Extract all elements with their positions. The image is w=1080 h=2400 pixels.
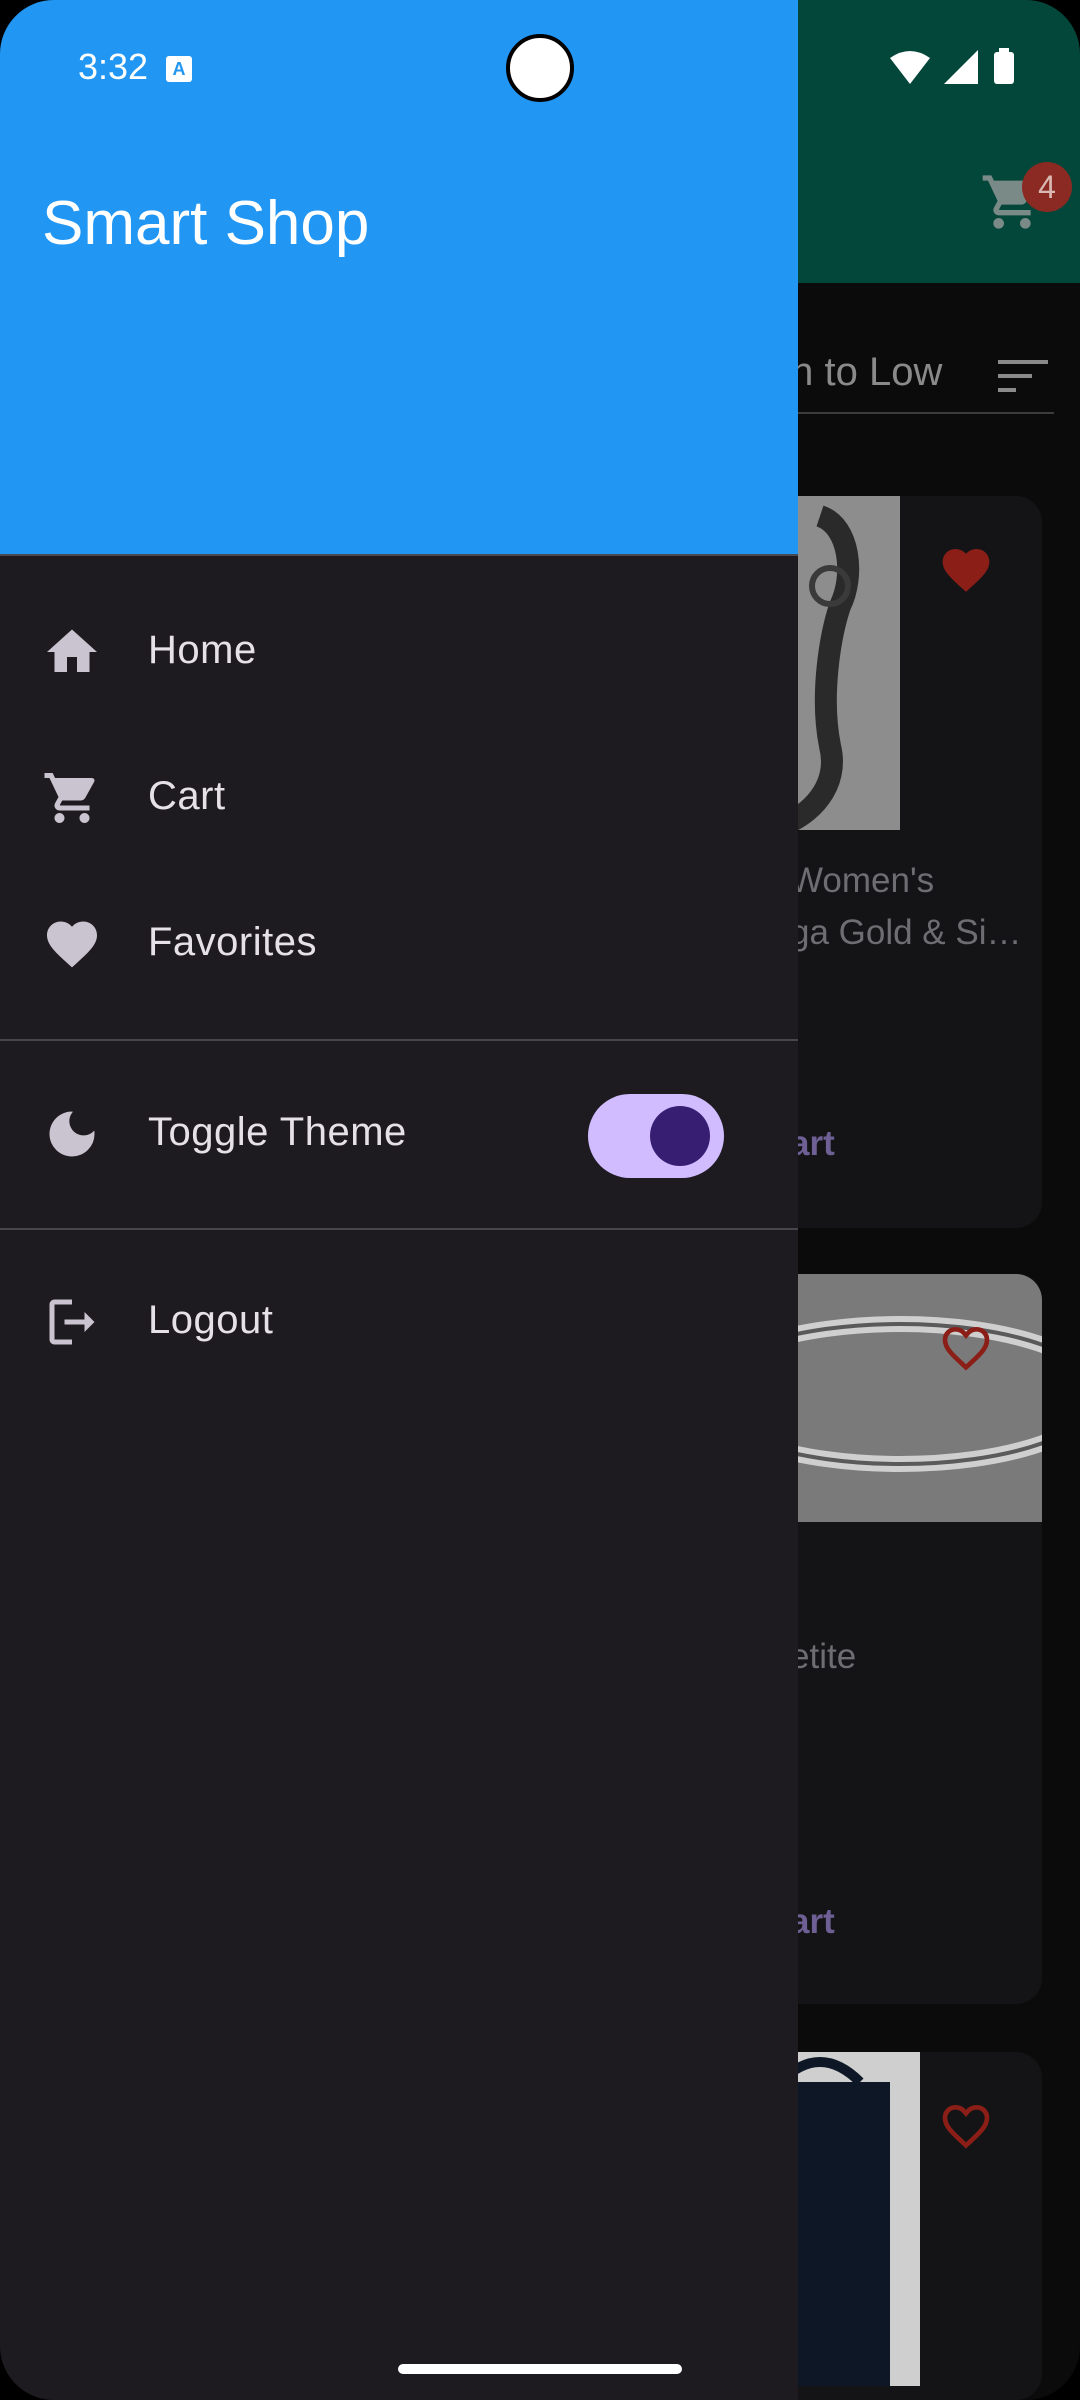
home-gesture-bar[interactable]	[398, 2364, 682, 2374]
logout-icon	[42, 1292, 102, 1352]
status-bar: 3:32 A	[0, 0, 1080, 130]
cart-count-badge: 4	[1022, 162, 1072, 212]
switch-thumb	[650, 1106, 710, 1166]
drawer-title: Smart Shop	[42, 189, 370, 258]
wifi-icon	[890, 51, 930, 84]
product-title-line: etite	[790, 1637, 857, 1676]
product-title-line: Women's	[790, 861, 935, 900]
theme-toggle-switch[interactable]	[588, 1094, 724, 1178]
product-card[interactable]: Women's ga Gold & Si… art	[760, 496, 1042, 1228]
cellular-signal-icon	[944, 50, 978, 84]
drawer-item-label: Home	[148, 628, 257, 672]
sort-dropdown[interactable]: igh to Low	[760, 344, 1054, 414]
drawer-item-toggle-theme[interactable]: Toggle Theme	[0, 1064, 798, 1204]
drawer-item-label: Favorites	[148, 920, 317, 964]
status-clock: 3:32	[78, 46, 149, 87]
system-status-icons	[890, 48, 1014, 84]
drawer-divider	[0, 1228, 798, 1230]
front-camera-cutout	[506, 34, 574, 102]
drawer-item-cart[interactable]: Cart	[0, 728, 798, 868]
drawer-item-label: Toggle Theme	[148, 1110, 407, 1154]
favorite-heart-icon[interactable]	[936, 542, 996, 598]
drawer-item-favorites[interactable]: Favorites	[0, 874, 798, 1014]
drawer-item-label: Logout	[148, 1298, 274, 1342]
sort-icon	[998, 360, 1048, 392]
product-image	[760, 1274, 1042, 1522]
favorite-heart-outline-icon[interactable]	[936, 2098, 996, 2154]
product-card[interactable]: etite art	[760, 1274, 1042, 2004]
drawer-item-home[interactable]: Home	[0, 582, 798, 722]
moon-icon	[42, 1104, 102, 1164]
product-card[interactable]	[760, 2052, 1042, 2400]
drawer-item-label: Cart	[148, 774, 226, 818]
drawer-item-logout[interactable]: Logout	[0, 1252, 798, 1392]
navigation-drawer: Smart Shop Home Cart Favorites Toggle Th…	[0, 0, 798, 2400]
accessibility-a-icon: A	[166, 56, 192, 82]
drawer-divider	[0, 1039, 798, 1041]
favorite-heart-outline-icon[interactable]	[936, 1320, 996, 1376]
cart-icon	[42, 768, 102, 828]
battery-icon	[994, 48, 1014, 84]
home-icon	[42, 622, 102, 682]
heart-icon	[42, 914, 102, 974]
product-title-line: ga Gold & Si…	[790, 913, 1022, 952]
